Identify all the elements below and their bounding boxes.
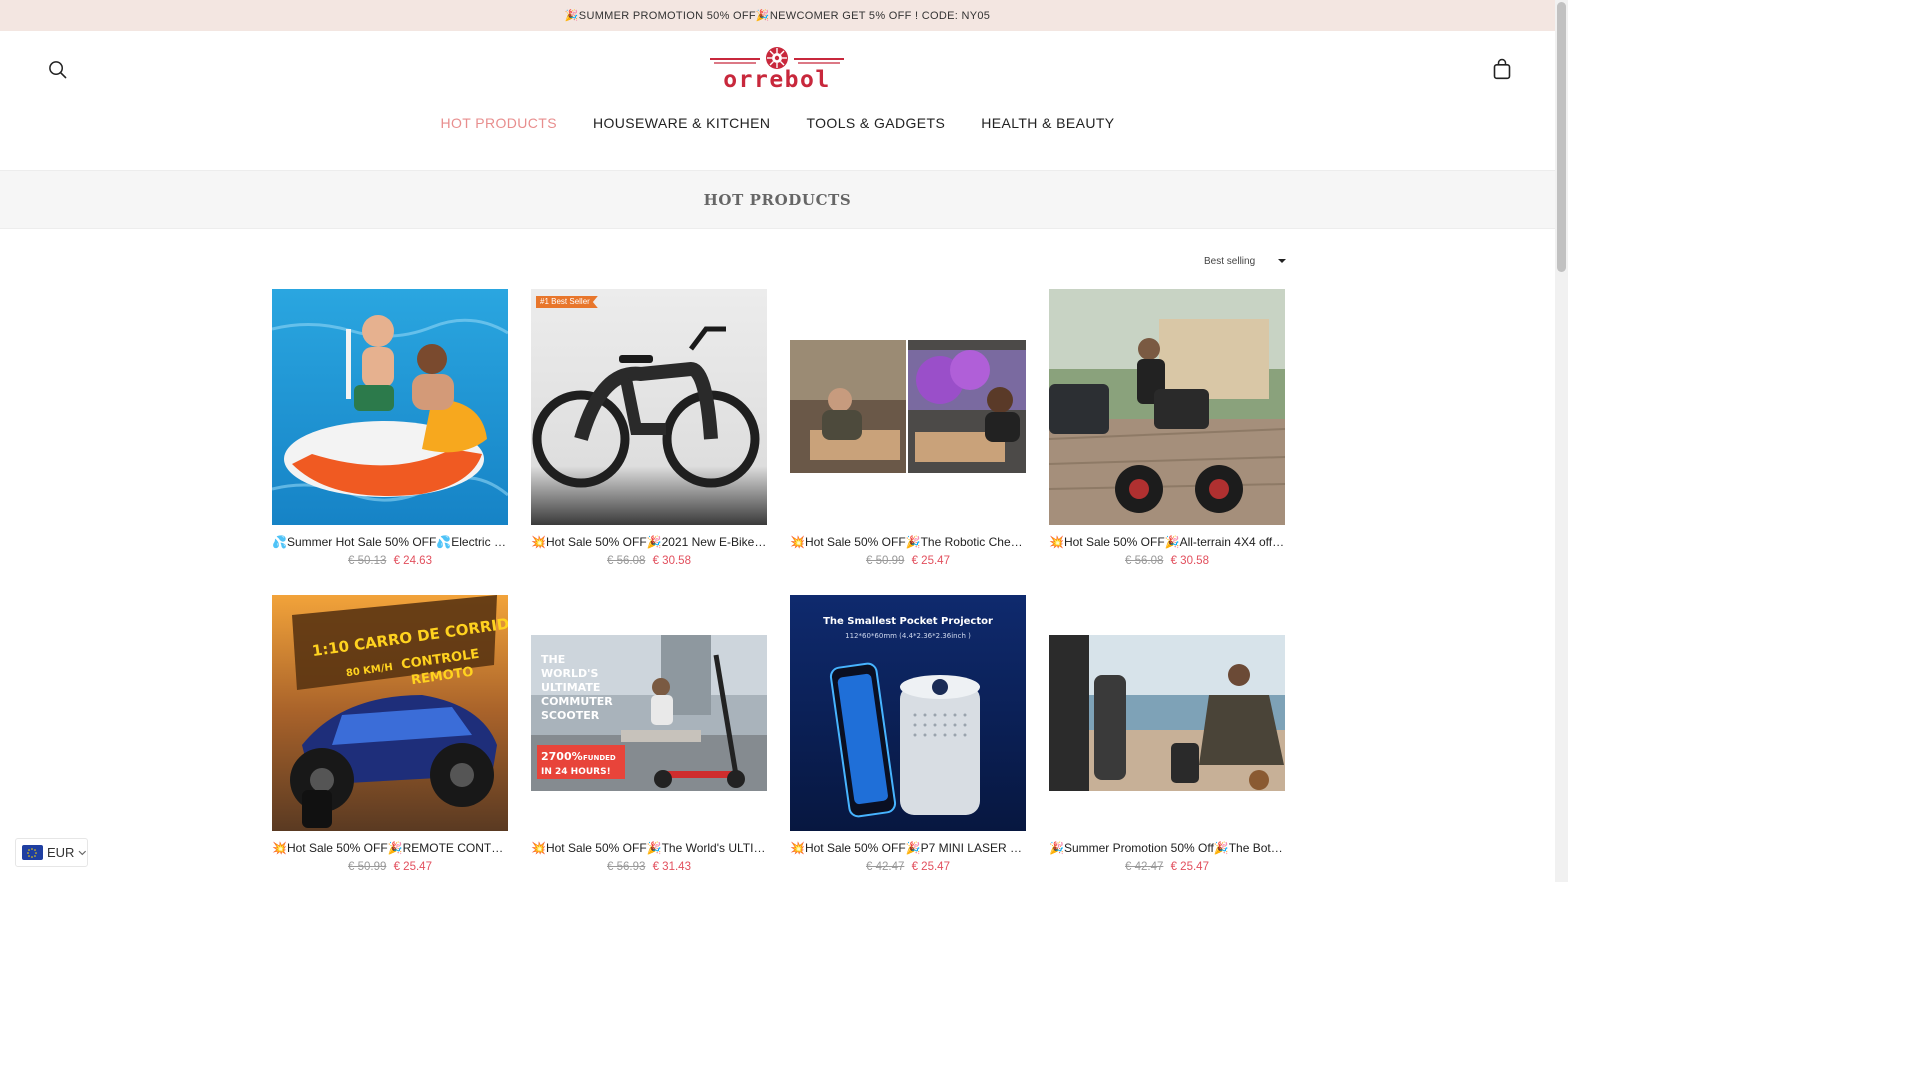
page-scrollbar[interactable] [1555,0,1568,882]
product-image-rc-car[interactable]: 1:10 CARRO DE CORRIDA 80 KM/H CONTROLE R… [272,595,508,831]
announcement-text: 🎉SUMMER PROMOTION 50% OFF🎉NEWCOMER GET 5… [564,10,991,22]
product-title[interactable]: 💥Hot Sale 50% OFF🎉REMOTE CONTROL CAR [272,841,508,855]
announcement-bar: 🎉SUMMER PROMOTION 50% OFF🎉NEWCOMER GET 5… [0,0,1555,31]
price-sale: € 24.63 [393,555,432,567]
scooter-headline-4: COMMUTER [541,695,613,708]
product-title[interactable]: 💥Hot Sale 50% OFF🎉All-terrain 4X4 off-ro… [1049,535,1285,549]
product-card[interactable]: 💥Hot Sale 50% OFF🎉The Robotic Chessboard… [790,289,1026,567]
price-original: € 56.08 [1125,555,1164,567]
price-sale: € 30.58 [652,555,691,567]
collection-title: HOT PRODUCTS [703,190,852,209]
cart-icon [1493,58,1511,80]
product-card[interactable]: 💦Summer Hot Sale 50% OFF💦Electric Inflat… [272,289,508,567]
site-header: orrebol HOT PRODUCTS HOUSEWARE & KITCHEN… [0,31,1555,170]
product-prices: € 42.47 € 25.47 [1049,861,1285,873]
product-card[interactable]: 1:10 CARRO DE CORRIDA 80 KM/H CONTROLE R… [272,595,508,873]
price-sale: € 25.47 [1170,861,1209,873]
scooter-headline-5: SCOOTER [541,709,600,722]
search-icon [48,60,66,78]
product-card[interactable]: THE WORLD'S ULTIMATE COMMUTER SCOOTER 27… [531,595,767,873]
price-original: € 56.08 [607,555,646,567]
product-image-ebike[interactable] [531,289,767,525]
price-original: € 42.47 [1125,861,1164,873]
price-sale: € 30.58 [1170,555,1209,567]
projector-headline: The Smallest Pocket Projector [823,616,993,627]
price-sale: € 25.47 [911,861,950,873]
collection-banner: HOT PRODUCTS [0,170,1555,229]
product-title[interactable]: 💥Hot Sale 50% OFF🎉2021 New E-Bike - Fold… [531,535,767,549]
product-image-offroad-bike[interactable] [1049,289,1285,525]
product-prices: € 56.08 € 30.58 [531,555,767,567]
price-sale: € 25.47 [911,555,950,567]
currency-selector[interactable]: EUR [15,838,88,867]
product-prices: € 50.99 € 25.47 [272,861,508,873]
nav-item-hot-products[interactable]: HOT PRODUCTS [440,115,557,131]
product-prices: € 56.08 € 30.58 [1049,555,1285,567]
main-nav: HOT PRODUCTS HOUSEWARE & KITCHEN TOOLS &… [0,115,1555,131]
cart-button[interactable] [1489,56,1515,82]
price-original: € 50.99 [348,861,387,873]
best-seller-badge: #1 Best Seller [536,296,598,308]
price-sale: € 31.43 [652,861,691,873]
sort-selected-label: Best selling [1204,255,1256,267]
product-prices: € 56.93 € 31.43 [531,861,767,873]
chevron-down-icon [78,850,87,855]
scooter-funded-word: FUNDED [583,754,616,762]
product-title[interactable]: 🎉Summer Promotion 50% Off🎉The Bottle Cha… [1049,841,1285,855]
product-title[interactable]: 💥Hot Sale 50% OFF🎉The World's ULTIMATE C… [531,841,767,855]
scooter-headline-2: WORLD'S [541,667,598,680]
scooter-headline-3: ULTIMATE [541,681,600,694]
nav-item-health-beauty[interactable]: HEALTH & BEAUTY [981,115,1114,131]
scooter-funded-time: IN 24 HOURS! [541,767,611,777]
product-image-bottle-chair[interactable] [1049,635,1285,791]
caret-down-icon [1278,259,1286,263]
price-original: € 42.47 [866,861,905,873]
scooter-funded-pct: 2700% [541,750,583,763]
product-image-commuter-scooter[interactable]: THE WORLD'S ULTIMATE COMMUTER SCOOTER 27… [531,635,767,791]
product-image-robotic-chessboard[interactable] [790,340,1026,473]
product-prices: € 42.47 € 25.47 [790,861,1026,873]
price-original: € 50.13 [348,555,387,567]
nav-item-houseware-kitchen[interactable]: HOUSEWARE & KITCHEN [593,115,770,131]
product-card[interactable]: The Smallest Pocket Projector 112*60*60m… [790,595,1026,873]
product-card[interactable]: 🎉Summer Promotion 50% Off🎉The Bottle Cha… [1049,595,1285,873]
eu-flag-icon [22,845,43,860]
product-image-mini-projector[interactable]: The Smallest Pocket Projector 112*60*60m… [790,595,1026,831]
logo-text: orrebol [723,67,831,93]
product-prices: € 50.99 € 25.47 [790,555,1026,567]
projector-dims: 112*60*60mm (4.4*2.36*2.36inch ) [845,632,971,640]
price-sale: € 25.47 [393,861,432,873]
product-card[interactable]: #1 Best Seller 💥Hot Sale 50% OFF🎉2021 Ne… [531,289,767,567]
product-prices: € 50.13 € 24.63 [272,555,508,567]
search-button[interactable] [44,56,70,82]
product-image-water-scooter[interactable] [272,289,508,525]
scooter-headline-1: THE [541,653,565,666]
product-title[interactable]: 💥Hot Sale 50% OFF🎉P7 MINI LASER PROJECTO… [790,841,1026,855]
price-original: € 56.93 [607,861,646,873]
product-card[interactable]: 💥Hot Sale 50% OFF🎉All-terrain 4X4 off-ro… [1049,289,1285,567]
product-title[interactable]: 💦Summer Hot Sale 50% OFF💦Electric Inflat… [272,535,508,549]
nav-item-tools-gadgets[interactable]: TOOLS & GADGETS [806,115,945,131]
product-title[interactable]: 💥Hot Sale 50% OFF🎉The Robotic Chessboard [790,535,1026,549]
price-original: € 50.99 [866,555,905,567]
sort-select[interactable]: Best selling [1204,252,1286,270]
logo[interactable]: orrebol [706,45,848,95]
scrollbar-thumb[interactable] [1557,2,1566,272]
currency-code: EUR [46,845,75,860]
